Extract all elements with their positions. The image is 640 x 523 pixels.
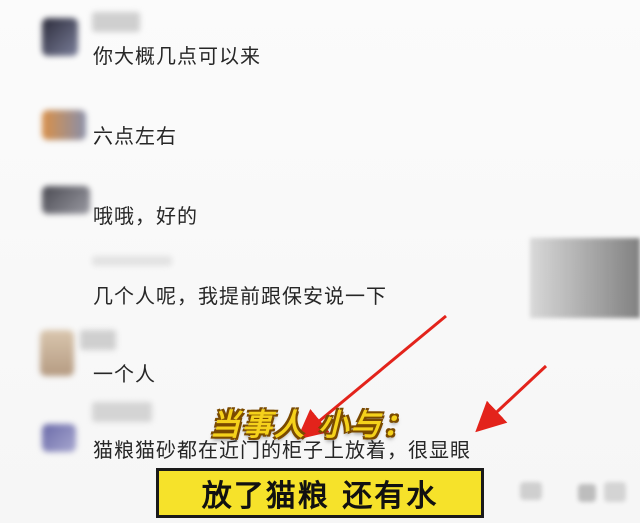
subtitle-banner: 放了猫粮 还有水	[156, 468, 484, 518]
annotation-arrows	[296, 314, 548, 440]
speaker-caption: 当事人 小与：	[210, 408, 415, 443]
red-arrow	[475, 364, 548, 433]
chat-screen: 你大概几点可以来 六点左右 哦哦，好的 几个人呢，我提前跟保安说一下 一个人 猫…	[0, 0, 640, 523]
subtitle-text: 放了猫粮 还有水	[201, 479, 439, 514]
